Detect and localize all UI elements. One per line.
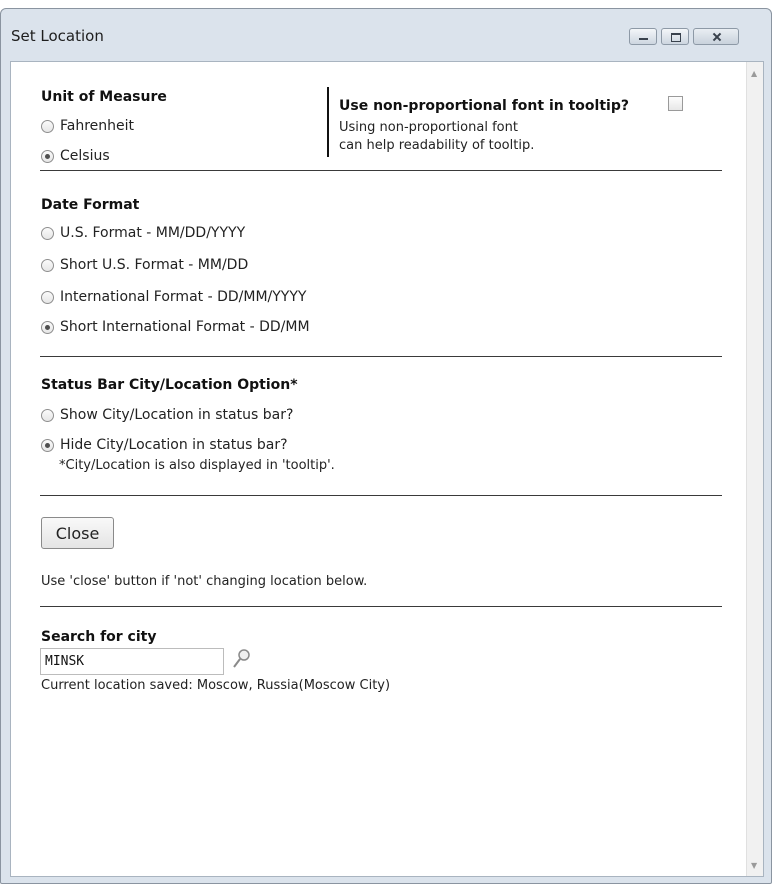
hide-city-radio[interactable]: [41, 438, 54, 452]
unit-of-measure-heading: Unit of Measure: [41, 89, 167, 105]
dialog-content: Unit of Measure Fahrenheit Celsius Use n…: [10, 61, 764, 877]
maximize-icon[interactable]: [661, 28, 689, 45]
date-format-option[interactable]: U.S. Format - MM/DD/YYYY: [41, 225, 245, 241]
fahrenheit-option[interactable]: Fahrenheit: [41, 118, 134, 134]
fahrenheit-label: Fahrenheit: [60, 118, 135, 134]
date-format-radio[interactable]: [41, 290, 54, 304]
tooltip-font-help-1: Using non-proportional font: [339, 120, 518, 135]
celsius-label: Celsius: [60, 148, 110, 164]
date-format-radio[interactable]: [41, 320, 54, 334]
date-format-radio[interactable]: [41, 226, 54, 240]
hide-city-label: Hide City/Location in status bar?: [60, 437, 288, 453]
divider: [40, 170, 722, 171]
show-city-label: Show City/Location in status bar?: [60, 407, 294, 423]
window-title: Set Location: [11, 27, 104, 45]
status-bar-heading: Status Bar City/Location Option*: [41, 377, 298, 393]
divider: [40, 606, 722, 607]
date-format-label: Short U.S. Format - MM/DD: [60, 257, 249, 273]
current-location: Current location saved: Moscow, Russia(M…: [41, 678, 391, 693]
show-city-radio[interactable]: [41, 408, 54, 422]
close-hint: Use 'close' button if 'not' changing loc…: [41, 574, 368, 589]
show-city-option[interactable]: Show City/Location in status bar?: [41, 407, 293, 423]
date-format-option[interactable]: International Format - DD/MM/YYYY: [41, 289, 306, 305]
scroll-down-icon[interactable]: ▼: [751, 861, 757, 870]
search-heading: Search for city: [41, 629, 157, 645]
date-format-radio[interactable]: [41, 258, 54, 272]
close-button[interactable]: Close: [41, 517, 114, 549]
tooltip-font-label: Use non-proportional font in tooltip?: [339, 98, 629, 114]
divider: [40, 356, 722, 357]
search-input[interactable]: [40, 648, 224, 675]
title-bar: Set Location: [1, 9, 771, 47]
scroll-up-icon[interactable]: ▲: [751, 69, 757, 78]
search-icon[interactable]: [230, 648, 252, 670]
date-format-heading: Date Format: [41, 197, 140, 213]
settings-panel: Unit of Measure Fahrenheit Celsius Use n…: [11, 62, 748, 876]
tooltip-font-help-2: can help readability of tooltip.: [339, 138, 535, 153]
set-location-window: Set Location Unit of Measure Fahrenheit …: [0, 8, 772, 884]
status-bar-note: *City/Location is also displayed in 'too…: [59, 458, 335, 473]
date-format-label: U.S. Format - MM/DD/YYYY: [60, 225, 246, 241]
close-icon[interactable]: [693, 28, 739, 45]
minimize-icon[interactable]: [629, 28, 657, 45]
celsius-option[interactable]: Celsius: [41, 148, 110, 164]
date-format-label: Short International Format - DD/MM: [60, 319, 310, 335]
date-format-option[interactable]: Short International Format - DD/MM: [41, 319, 310, 335]
vertical-scrollbar[interactable]: ▲ ▼: [746, 62, 763, 876]
tooltip-font-checkbox[interactable]: [668, 96, 683, 111]
date-format-option[interactable]: Short U.S. Format - MM/DD: [41, 257, 248, 273]
vertical-divider: [327, 87, 329, 157]
date-format-label: International Format - DD/MM/YYYY: [60, 289, 307, 305]
hide-city-option[interactable]: Hide City/Location in status bar?: [41, 437, 288, 453]
divider: [40, 495, 722, 496]
fahrenheit-radio[interactable]: [41, 119, 54, 133]
celsius-radio[interactable]: [41, 149, 54, 163]
